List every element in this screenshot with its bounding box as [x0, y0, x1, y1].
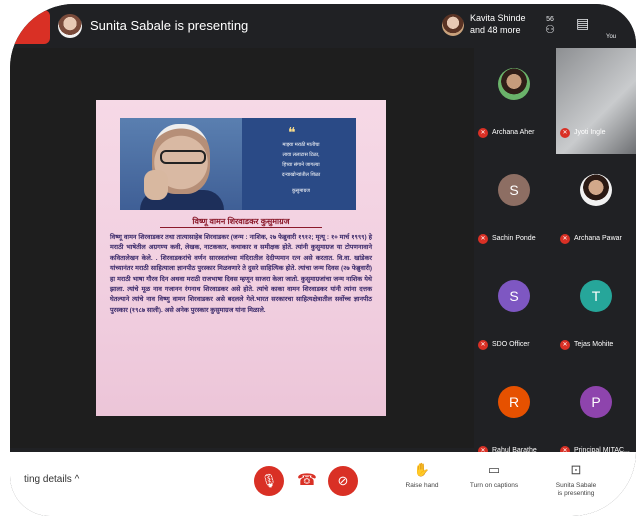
presentation-slide: ❝ माझ्या मराठी मातीचा लावा ललाटास टिळा, … — [96, 100, 386, 416]
raise-hand-label: Raise hand — [405, 482, 439, 489]
meet-window: Sunita Sabale is presenting Kavita Shind… — [10, 4, 636, 516]
camera-off-icon: ⊘ — [337, 473, 349, 488]
participant-initial-avatar: S — [498, 174, 530, 206]
participant-tile[interactable]: S ✕ Sachin Ponde — [474, 154, 554, 260]
participant-name: Jyoti Ingle — [574, 129, 606, 136]
participant-name: Archana Pawar — [574, 235, 622, 242]
people-button[interactable]: 56 ⚇ — [538, 16, 562, 36]
participant-tile[interactable]: T ✕ Tejas Mohite — [556, 260, 636, 366]
participant-video-tile[interactable]: ✕ Jyoti Ingle — [556, 48, 636, 154]
people-icon: ⚇ — [545, 24, 555, 36]
mic-off-icon: ✕ — [560, 234, 570, 244]
mic-off-button[interactable]: 🎙︎ — [254, 466, 284, 496]
mic-off-icon: 🎙︎ — [260, 473, 278, 488]
quote-author: कुसुमाग्रज — [291, 188, 311, 194]
present-icon: ⊡ — [570, 462, 582, 477]
mic-off-icon: ✕ — [478, 340, 488, 350]
poet-portrait: ❝ माझ्या मराठी मातीचा लावा ललाटास टिळा, … — [120, 118, 356, 210]
participant-name: SDO Officer — [492, 341, 530, 348]
mic-off-icon: ✕ — [560, 128, 570, 138]
slide-title: विष्णू वामन शिरवाडकर कुसुमाग्रज — [192, 217, 290, 226]
presentation-area: ❝ माझ्या मराठी मातीचा लावा ललाटास टिळा, … — [10, 48, 474, 448]
hand-icon: ✋ — [413, 462, 431, 477]
participant-more: and 48 more — [470, 25, 521, 35]
participant-initial-avatar: T — [580, 280, 612, 312]
presenting-status-small: is presenting — [557, 490, 595, 497]
recording-indicator — [10, 10, 50, 44]
participant-tile[interactable]: ✕ Archana Pawar — [556, 154, 636, 260]
presenting-label: Sunita Sabale is presenting — [544, 482, 608, 498]
participant-initial-avatar: P — [580, 386, 612, 418]
end-call-button[interactable]: ☎ — [292, 466, 322, 496]
participants-grid: ✕ Archana Aher ✕ Jyoti Ingle S ✕ Sachin … — [474, 48, 636, 456]
captions-label: Turn on captions — [469, 482, 519, 489]
raise-hand-button[interactable]: ✋ Raise hand — [390, 462, 454, 490]
portrait-hand — [144, 170, 168, 200]
mic-off-icon: ✕ — [560, 340, 570, 350]
participant-name: Archana Aher — [492, 129, 535, 136]
quote-line: दऱ्याखोऱ्यांतील शिळा — [281, 172, 321, 178]
participant-name: Tejas Mohite — [574, 341, 614, 348]
mic-off-icon: ✕ — [478, 234, 488, 244]
chevron-up-icon: ^ — [74, 474, 80, 485]
participant-initial-avatar: R — [498, 386, 530, 418]
portrait-glasses — [160, 150, 206, 164]
quote-line: हिच्या संगाने जागल्या — [282, 162, 320, 168]
present-button[interactable]: ⊡ Sunita Sabale is presenting — [544, 462, 608, 498]
captions-icon: ▭ — [487, 462, 501, 477]
camera-off-button[interactable]: ⊘ — [328, 466, 358, 496]
captions-button[interactable]: ▭ Turn on captions — [462, 462, 526, 490]
participant-name: Kavita Shinde — [470, 13, 526, 23]
participant-tile[interactable]: ✕ Archana Aher — [474, 48, 554, 154]
participant-photo — [498, 68, 530, 100]
meeting-details-button[interactable]: ting details ^ — [24, 474, 79, 485]
chat-icon[interactable]: ▤ — [576, 15, 589, 32]
participant-avatar[interactable] — [442, 14, 464, 36]
control-bar: ting details ^ 🎙︎ ☎ ⊘ ✋ Raise hand ▭ Tur… — [10, 452, 636, 516]
meeting-details-label: ting details — [24, 474, 72, 485]
quote-line: लावा ललाटास टिळा, — [282, 152, 320, 158]
presenter-avatar — [58, 14, 82, 38]
mic-off-icon: ✕ — [478, 128, 488, 138]
presenter-name: Sunita Sabale — [555, 482, 597, 489]
title-underline — [160, 227, 322, 228]
slide-body-text: विष्णू वामन शिरवाडकर तथा तात्यासाहेब शिर… — [110, 234, 372, 314]
presenting-status: Sunita Sabale is presenting — [90, 18, 249, 33]
self-view-label: You — [606, 34, 617, 40]
portrait-background — [120, 118, 242, 210]
participant-photo — [580, 174, 612, 206]
participant-tile[interactable]: S ✕ SDO Officer — [474, 260, 554, 366]
quote-line: माझ्या मराठी मातीचा — [282, 142, 320, 148]
participant-name: Sachin Ponde — [492, 235, 536, 242]
quote-icon: ❝ — [288, 124, 296, 140]
participant-initial-avatar: S — [498, 280, 530, 312]
hang-up-icon: ☎ — [297, 472, 317, 489]
participant-summary[interactable]: Kavita Shinde and 48 more — [470, 12, 526, 36]
people-count: 56 — [546, 16, 554, 23]
top-bar: Sunita Sabale is presenting Kavita Shind… — [10, 4, 636, 48]
